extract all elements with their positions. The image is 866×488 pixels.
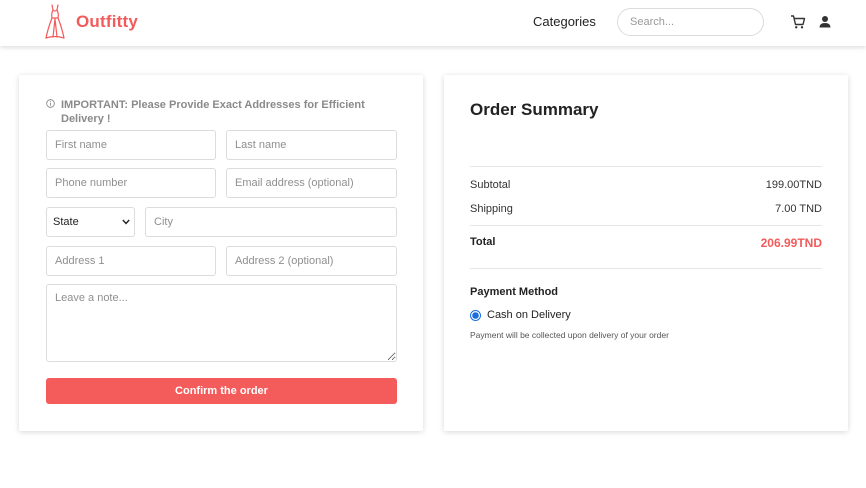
divider [470,166,822,167]
note-textarea[interactable] [46,284,397,362]
address-2-field[interactable] [226,246,397,276]
shipping-value: 7.00 TND [775,203,822,215]
order-summary-title: Order Summary [470,100,599,119]
last-name-field[interactable] [226,130,397,160]
delivery-notice: IMPORTANT: Please Provide Exact Addresse… [46,98,401,126]
nav-categories-link[interactable]: Categories [533,14,596,29]
order-summary-card: Order Summary Subtotal 199.00TND Shippin… [444,75,848,431]
first-name-field[interactable] [46,130,216,160]
subtotal-label: Subtotal [470,179,511,191]
payment-method-title: Payment Method [470,286,559,298]
user-icon[interactable] [817,14,833,30]
shipping-row: Shipping 7.00 TND [470,203,822,215]
cash-on-delivery-radio[interactable] [470,309,481,321]
info-icon [46,99,55,108]
state-select[interactable]: State [46,207,135,237]
top-navbar: Outfitty Categories [0,0,866,46]
city-field[interactable] [145,207,397,237]
shipping-form-card: IMPORTANT: Please Provide Exact Addresse… [19,75,423,431]
address-1-field[interactable] [46,246,216,276]
divider [470,225,822,226]
total-label: Total [470,236,496,248]
total-value: 206.99TND [760,236,822,250]
search-input[interactable] [617,8,764,36]
delivery-notice-text: IMPORTANT: Please Provide Exact Addresse… [61,99,365,125]
brand-name: Outfitty [76,12,139,31]
brand-logo[interactable]: Outfitty [44,4,138,40]
cart-icon[interactable] [790,14,806,30]
email-field[interactable] [226,168,397,198]
cash-on-delivery-label: Cash on Delivery [487,309,571,321]
subtotal-value: 199.00TND [765,179,822,191]
phone-number-field[interactable] [46,168,216,198]
dress-logo-icon [45,4,65,39]
subtotal-row: Subtotal 199.00TND [470,179,822,191]
cash-on-delivery-option[interactable]: Cash on Delivery [470,309,571,321]
confirm-order-button[interactable]: Confirm the order [46,378,397,404]
shipping-label: Shipping [470,203,513,215]
divider [470,268,822,269]
payment-note: Payment will be collected upon delivery … [470,330,669,340]
total-row: Total 206.99TND [470,236,822,250]
